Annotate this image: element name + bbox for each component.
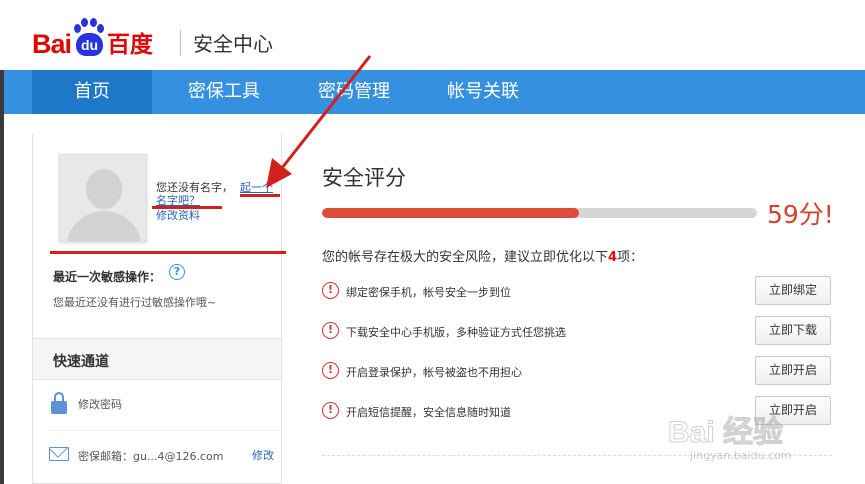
watermark-url: jingyan.baidu.com [690,449,792,462]
baidu-jingyan-watermark: Bai 经验 jingyan.baidu.com [667,405,863,481]
watermark-text: Bai 经验 [667,416,784,450]
